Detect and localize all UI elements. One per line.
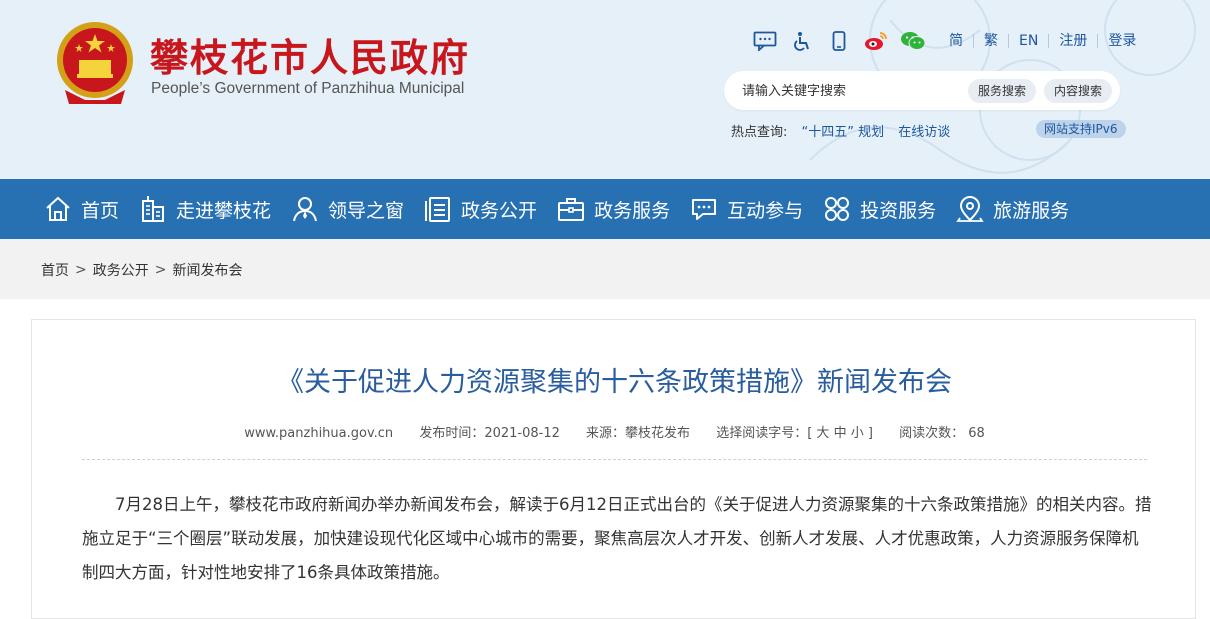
chat-icon [689,194,719,224]
search-box: 服务搜索 内容搜索 [724,71,1120,110]
simplified-chinese-link[interactable]: 简 [939,34,973,48]
grid-icon [822,194,852,224]
national-emblem-icon [55,20,135,106]
document-icon [423,194,453,224]
nav-item-about[interactable]: 走进攀枝花 [138,179,271,239]
nav-item-open-gov[interactable]: 政务公开 [423,179,537,239]
font-size-label: 选择阅读字号：[ [716,426,813,441]
main-nav: 首页 走进攀枝花 领导之窗 政务公开 政务服务 互动参与 投资服务 旅游服务 [0,179,1210,239]
ipv6-badge: 网站支持IPv6 [1036,120,1126,138]
nav-label: 投资服务 [860,199,937,222]
meta-divider [82,459,1147,460]
nav-item-investment[interactable]: 投资服务 [822,179,936,239]
location-icon [955,194,985,224]
nav-item-interaction[interactable]: 互动参与 [689,179,803,239]
weibo-icon[interactable] [863,30,889,52]
site-subtitle: People’s Government of Panzhihua Municip… [151,80,465,97]
meta-views: 阅读次数： 68 [899,426,985,441]
content-search-button[interactable]: 内容搜索 [1044,79,1113,103]
article-title: 《关于促进人力资源聚集的十六条政策措施》新闻发布会 [277,367,952,398]
article-panel: 《关于促进人力资源聚集的十六条政策措施》新闻发布会 www.panzhihua.… [31,319,1196,619]
nav-label: 领导之窗 [328,199,405,222]
tool-links: 简 繁 EN 注册 登录 [939,34,1146,48]
nav-label: 走进攀枝花 [176,199,272,222]
briefcase-icon [556,194,586,224]
building-icon [138,194,168,224]
wechat-icon[interactable] [900,30,926,52]
breadcrumb: 首页 > 政务公开 > 新闻发布会 [41,260,242,280]
hot-link-interview[interactable]: 在线访谈 [898,125,950,140]
site-header: 攀枝花市人民政府 People’s Government of Panzhihu… [0,0,1210,179]
font-size-medium[interactable]: 中 [834,426,847,441]
meta-site: www.panzhihua.gov.cn [244,426,394,441]
home-icon [43,194,73,224]
breadcrumb-separator: > [154,262,167,278]
nav-label: 政务服务 [594,199,671,222]
breadcrumb-open-gov[interactable]: 政务公开 [93,260,149,280]
breadcrumb-bar: 首页 > 政务公开 > 新闻发布会 [0,239,1210,299]
article-body: 7月28日上午，攀枝花市政府新闻办举办新闻发布会，解读于6月12日正式出台的《关… [82,495,1152,582]
search-input[interactable] [742,81,962,101]
site-title: 攀枝花市人民政府 [150,36,471,80]
meta-date: 发布时间：2021-08-12 [419,426,560,441]
mobile-icon[interactable] [826,30,852,52]
nav-label: 旅游服务 [993,199,1070,222]
english-link[interactable]: EN [1008,34,1048,48]
breadcrumb-separator: > [75,262,87,278]
message-icon[interactable] [752,30,778,52]
nav-item-gov-services[interactable]: 政务服务 [556,179,670,239]
nav-label: 互动参与 [727,199,804,222]
breadcrumb-home[interactable]: 首页 [41,260,69,280]
breadcrumb-press-conference[interactable]: 新闻发布会 [172,260,242,280]
nav-item-home[interactable]: 首页 [43,179,119,239]
article-meta: www.panzhihua.gov.cn 发布时间：2021-08-12 来源：… [32,422,1197,441]
hot-label: 热点查询: [731,125,788,140]
nav-item-tourism[interactable]: 旅游服务 [955,179,1069,239]
accessibility-icon[interactable] [789,30,815,52]
nav-label: 政务公开 [461,199,538,222]
hot-link-plan[interactable]: “十四五” 规划 [802,125,885,140]
font-size-close: ] [867,426,873,441]
service-search-button[interactable]: 服务搜索 [968,79,1037,103]
font-size-small[interactable]: 小 [851,426,864,441]
meta-source: 来源：攀枝花发布 [586,426,691,441]
traditional-chinese-link[interactable]: 繁 [973,34,1008,48]
header-tools: 简 繁 EN 注册 登录 [752,30,1146,52]
login-link[interactable]: 登录 [1097,34,1146,48]
font-size-large[interactable]: 大 [816,426,829,441]
nav-item-leaders[interactable]: 领导之窗 [290,179,404,239]
person-icon [290,194,320,224]
hot-topics: 热点查询: “十四五” 规划 在线访谈 [731,121,950,140]
register-link[interactable]: 注册 [1048,34,1097,48]
meta-font-size: 选择阅读字号：[ 大 中 小 ] [716,426,873,441]
nav-label: 首页 [81,199,120,222]
